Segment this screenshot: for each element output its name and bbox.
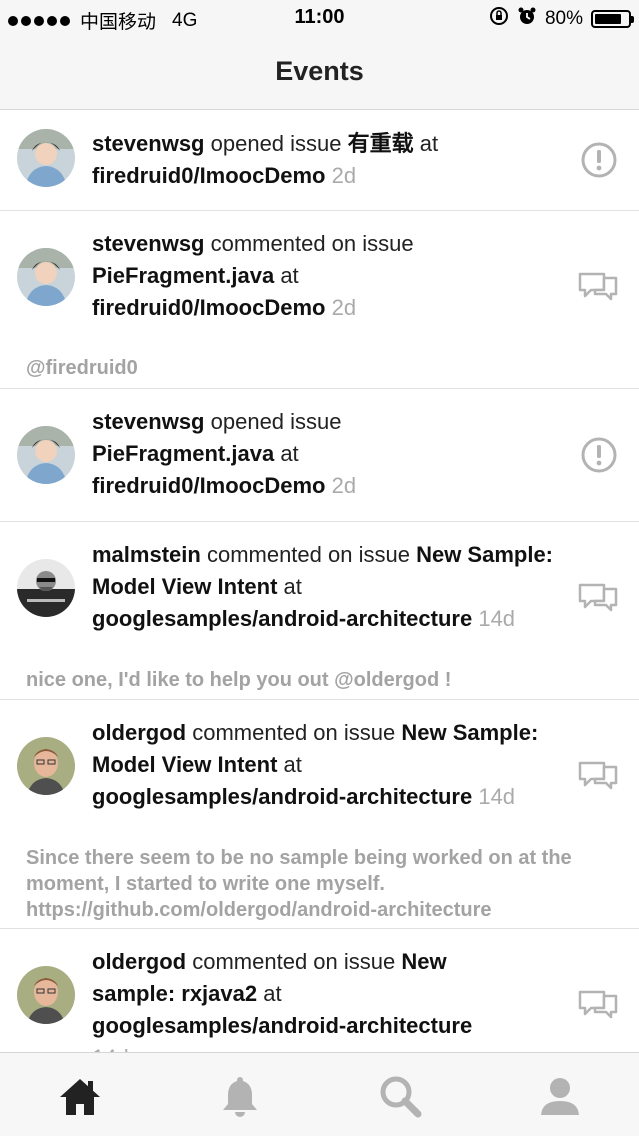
event-row[interactable]: oldergod commented on issue New Sample: … <box>0 700 639 929</box>
event-comment: nice one, I'd like to help you out @olde… <box>26 669 452 691</box>
event-action: commented on issue <box>192 949 396 974</box>
event-time: 14d <box>478 606 516 631</box>
avatar-stevenwsg[interactable] <box>17 426 75 484</box>
event-connector: at <box>280 441 299 466</box>
event-user[interactable]: malmstein <box>92 542 201 567</box>
event-row[interactable]: stevenwsg opened issue PieFragment.java … <box>0 389 639 522</box>
events-list[interactable]: stevenwsg opened issue 有重载 at firedruid0… <box>0 110 639 1052</box>
alarm-icon <box>517 6 537 32</box>
event-user[interactable]: stevenwsg <box>92 131 205 156</box>
battery-percent: 80% <box>544 8 583 29</box>
event-text: stevenwsg opened issue PieFragment.java … <box>92 406 452 502</box>
event-action: opened issue <box>210 131 342 156</box>
avatar-stevenwsg[interactable] <box>17 248 75 306</box>
event-repo[interactable]: googlesamples/android-architecture <box>92 606 472 631</box>
event-repo[interactable]: googlesamples/android-architecture <box>92 1013 472 1038</box>
event-text: stevenwsg opened issue 有重载 at firedruid0… <box>92 128 562 192</box>
event-text: oldergod commented on issue New Sample: … <box>92 717 562 813</box>
event-connector: at <box>263 981 282 1006</box>
event-user[interactable]: stevenwsg <box>92 409 205 434</box>
event-connector: at <box>283 752 302 777</box>
event-user[interactable]: oldergod <box>92 949 186 974</box>
status-bar: 中国移动 4G 11:00 80% <box>0 0 639 36</box>
status-right: 80% <box>489 6 634 32</box>
tab-home[interactable] <box>57 1073 103 1119</box>
comment-icon <box>577 755 619 795</box>
event-user[interactable]: oldergod <box>92 720 186 745</box>
issue-opened-icon <box>579 435 619 475</box>
tab-notifications[interactable] <box>217 1073 263 1119</box>
top-bar: 中国移动 4G 11:00 80% Events <box>0 0 639 110</box>
event-row[interactable]: stevenwsg opened issue 有重载 at firedruid0… <box>0 110 639 211</box>
comment-icon <box>577 577 619 617</box>
event-user[interactable]: stevenwsg <box>92 231 205 256</box>
event-action: commented on issue <box>192 720 396 745</box>
tab-bar <box>0 1052 639 1136</box>
rotation-lock-icon <box>489 6 509 32</box>
event-time: 14d <box>92 1045 129 1052</box>
tab-profile[interactable] <box>537 1073 583 1119</box>
battery-icon <box>591 10 634 28</box>
event-time: 2d <box>331 295 357 320</box>
avatar-oldergod[interactable] <box>17 737 75 795</box>
event-connector: at <box>419 131 439 156</box>
event-text: stevenwsg commented on issue PieFragment… <box>92 228 452 324</box>
event-action: commented on issue <box>206 542 410 567</box>
home-icon <box>60 1079 100 1115</box>
event-repo[interactable]: firedruid0/ImoocDemo <box>92 295 325 320</box>
event-row[interactable]: stevenwsg commented on issue PieFragment… <box>0 211 639 389</box>
event-text: malmstein commented on issue New Sample:… <box>92 539 562 635</box>
search-icon <box>380 1076 422 1118</box>
event-comment: Since there seem to be no sample being w… <box>26 847 572 921</box>
person-icon <box>541 1078 579 1115</box>
event-repo[interactable]: firedruid0/ImoocDemo <box>92 163 325 188</box>
event-text: oldergod commented on issue New sample: … <box>92 946 512 1052</box>
event-connector: at <box>280 263 299 288</box>
bell-icon <box>223 1077 257 1117</box>
event-connector: at <box>283 574 302 599</box>
battery-level <box>595 14 621 24</box>
event-action: opened issue <box>210 409 342 434</box>
event-repo[interactable]: firedruid0/ImoocDemo <box>92 473 325 498</box>
event-row[interactable]: malmstein commented on issue New Sample:… <box>0 522 639 700</box>
tab-search[interactable] <box>377 1073 423 1119</box>
avatar-stevenwsg[interactable] <box>17 129 75 187</box>
avatar-malmstein[interactable] <box>17 559 75 617</box>
event-issue[interactable]: PieFragment.java <box>92 441 274 466</box>
event-time: 2d <box>331 163 357 188</box>
event-comment: @firedruid0 <box>26 357 138 379</box>
event-time: 2d <box>331 473 357 498</box>
avatar-oldergod[interactable] <box>17 966 75 1024</box>
event-issue[interactable]: 有重载 <box>348 131 414 156</box>
event-issue[interactable]: PieFragment.java <box>92 263 274 288</box>
page-title: Events <box>275 56 364 86</box>
event-time: 14d <box>478 784 516 809</box>
event-action: commented on issue <box>210 231 414 256</box>
event-row[interactable]: oldergod commented on issue New sample: … <box>0 929 639 1052</box>
comment-icon <box>577 266 619 306</box>
event-repo[interactable]: googlesamples/android-architecture <box>92 784 472 809</box>
issue-opened-icon <box>579 140 619 180</box>
comment-icon <box>577 984 619 1024</box>
